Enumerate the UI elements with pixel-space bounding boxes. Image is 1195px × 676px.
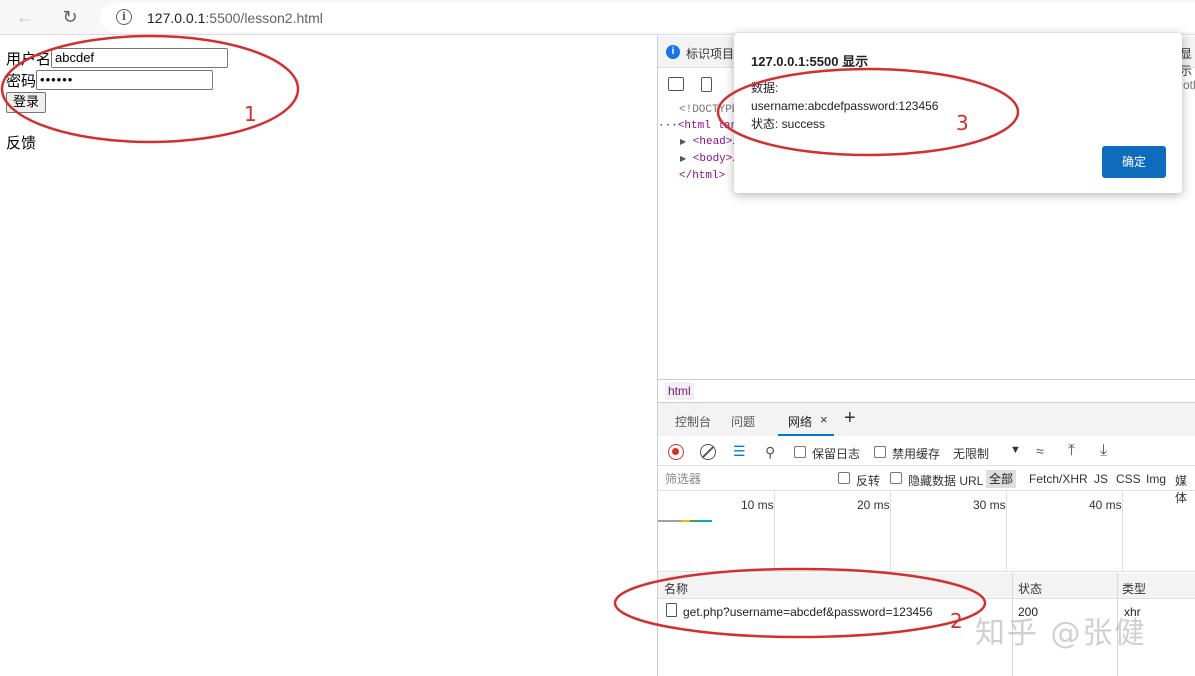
timeline-gridline	[774, 492, 775, 572]
timeline-gridline	[1006, 492, 1007, 572]
hide-data-urls-label: 隐藏数据 URL	[908, 474, 984, 488]
waterfall-bar	[700, 520, 712, 522]
username-row: 用户名 abcdef	[6, 47, 229, 69]
breadcrumb: html	[658, 379, 1195, 401]
chevron-down-icon[interactable]: ▼	[1010, 444, 1021, 456]
disable-cache-checkbox[interactable]	[874, 446, 886, 458]
annotation-number-3: 3	[956, 111, 969, 135]
back-arrow-icon[interactable]: ←	[12, 5, 38, 29]
dom-doctype[interactable]: <!DOCTYPE	[658, 102, 739, 118]
network-conditions-icon[interactable]: ≈	[1036, 443, 1044, 459]
clear-icon[interactable]	[700, 444, 716, 460]
column-name[interactable]: 名称	[664, 580, 688, 597]
address-bar[interactable]: i 127.0.0.1:5500/lesson2.html	[100, 3, 1195, 32]
password-row: 密码 ••••••	[6, 69, 214, 91]
request-table-header: 名称 状态 类型	[658, 573, 1195, 599]
preserve-log-checkbox[interactable]	[794, 446, 806, 458]
ellipsis-icon: ···	[658, 120, 678, 132]
dom-body-text: <body>…	[692, 153, 739, 165]
login-button[interactable]: 登录	[6, 92, 47, 113]
annotation-number-1: 1	[244, 102, 257, 126]
password-label: 密码	[6, 71, 37, 90]
dom-head-text: <head>…	[692, 136, 739, 148]
file-icon	[666, 603, 677, 617]
column-status[interactable]: 状态	[1018, 580, 1042, 597]
dialog-line: 状态: success	[751, 117, 826, 131]
dialog-line: username:abcdefpassword:123456	[751, 99, 939, 113]
annotation-number-2: 2	[950, 609, 963, 633]
drawer-tabs: 控制台 问题 网络 × +	[658, 402, 1195, 436]
record-icon[interactable]	[668, 444, 684, 460]
ok-button[interactable]: 确定	[1102, 146, 1166, 178]
tab-console[interactable]: 控制台	[675, 413, 711, 430]
url-path: :5500/lesson2.html	[205, 10, 323, 26]
throttle-select[interactable]: 无限制	[953, 445, 989, 462]
dom-html-close[interactable]: </html>	[658, 168, 739, 184]
dialog-title: 127.0.0.1:5500 显示	[751, 54, 869, 69]
dialog-message: 数据: username:abcdefpassword:123456 状态: s…	[751, 79, 938, 133]
filter-fetch-xhr[interactable]: Fetch/XHR	[1029, 472, 1088, 486]
infobar-text: 标识项目	[686, 47, 735, 61]
info-circle-icon: i	[666, 45, 680, 59]
expand-triangle-icon[interactable]: ▶	[680, 155, 686, 164]
timeline-gridline	[890, 492, 891, 572]
dom-body[interactable]: ▶ <body>…	[658, 151, 739, 168]
close-icon[interactable]: ×	[820, 412, 828, 427]
browser-toolbar: ← ↻ i 127.0.0.1:5500/lesson2.html	[0, 0, 1195, 35]
preserve-log-label: 保留日志	[812, 447, 861, 461]
import-har-icon[interactable]: ⤒	[1068, 442, 1075, 460]
watermark: 知乎 @张健	[975, 616, 1147, 651]
username-label: 用户名	[6, 49, 52, 68]
page-content: 用户名 abcdef 密码 •••••• 登录 反馈	[0, 36, 657, 676]
filter-row: 筛选器 反转 隐藏数据 URL 全部 Fetch/XHR JS CSS Img …	[658, 467, 1195, 505]
device-toolbar-icon[interactable]	[701, 77, 712, 92]
timeline-tick-label: 10 ms	[741, 498, 774, 512]
dom-html-open-text: <html lan	[677, 120, 738, 132]
timeline-tick-label: 40 ms	[1089, 498, 1122, 512]
waterfall-bar	[658, 520, 682, 522]
breadcrumb-html[interactable]: html	[665, 382, 694, 400]
dom-head[interactable]: ▶ <head>…	[658, 134, 739, 151]
invert-checkbox[interactable]	[838, 472, 850, 484]
timeline-gridline	[1122, 492, 1123, 572]
filter-js[interactable]: JS	[1094, 472, 1108, 486]
network-toolbar: ☰ ⚲ 保留日志 禁用缓存 无限制 ▼ ≈ ⤒ ⤓	[658, 438, 1195, 466]
filter-img[interactable]: Img	[1146, 472, 1166, 486]
password-input[interactable]: ••••••	[36, 70, 214, 90]
waterfall-bar	[682, 520, 690, 522]
network-timeline: 10 ms 20 ms 30 ms 40 ms	[658, 492, 1195, 572]
add-tab-icon[interactable]: +	[844, 407, 856, 430]
inspect-element-icon[interactable]	[668, 77, 684, 91]
reload-icon[interactable]: ↻	[57, 5, 83, 29]
filter-all[interactable]: 全部	[986, 470, 1017, 488]
search-icon[interactable]: ⚲	[765, 444, 775, 461]
hide-data-urls-checkbox[interactable]	[890, 472, 902, 484]
tab-network[interactable]: 网络	[788, 413, 812, 430]
dom-html-open[interactable]: ···<html lan	[658, 118, 739, 134]
request-name[interactable]: get.php?username=abcdef&password=123456	[683, 605, 933, 619]
url-text[interactable]: 127.0.0.1:5500/lesson2.html	[147, 10, 323, 26]
dom-tree: <!DOCTYPE ···<html lan ▶ <head>… ▶ <body…	[658, 102, 739, 184]
filter-icon[interactable]: ☰	[733, 444, 746, 458]
filter-input[interactable]: 筛选器	[662, 470, 824, 488]
expand-triangle-icon[interactable]: ▶	[680, 138, 686, 147]
filter-css[interactable]: CSS	[1116, 472, 1141, 486]
tab-issues[interactable]: 问题	[731, 413, 755, 430]
disable-cache-label: 禁用缓存	[892, 447, 941, 461]
timeline-tick-label: 30 ms	[973, 498, 1006, 512]
active-tab-indicator	[778, 434, 834, 436]
export-har-icon[interactable]: ⤓	[1100, 442, 1107, 460]
dialog-line: 数据:	[751, 81, 779, 95]
tools-overflow-text: othe	[1183, 78, 1195, 92]
timeline-tick-label: 20 ms	[857, 498, 890, 512]
feedback-text: 反馈	[6, 134, 37, 152]
url-host: 127.0.0.1	[147, 10, 206, 26]
waterfall-bar	[690, 520, 700, 522]
column-type[interactable]: 类型	[1122, 580, 1146, 597]
invert-label: 反转	[856, 474, 881, 488]
info-icon[interactable]: i	[116, 9, 132, 25]
username-input[interactable]: abcdef	[51, 48, 229, 68]
